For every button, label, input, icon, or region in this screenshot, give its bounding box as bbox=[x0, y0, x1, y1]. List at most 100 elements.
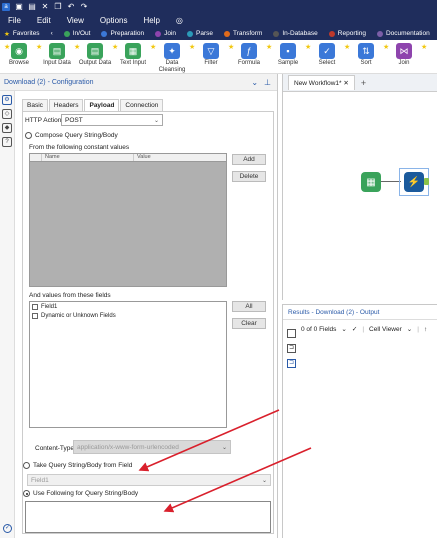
payload-panel: HTTP Action POST ⌄ Compose Query String/… bbox=[22, 111, 274, 534]
chevron-down-icon[interactable]: ⌄ bbox=[341, 325, 346, 333]
tab-documentation[interactable]: Documentation bbox=[376, 30, 430, 37]
connection-line bbox=[381, 181, 401, 182]
dynamic-fields-checkbox[interactable] bbox=[32, 312, 38, 319]
menu-view[interactable]: View bbox=[67, 16, 84, 25]
text-input-node[interactable]: ▦ bbox=[361, 172, 381, 192]
tab-reporting[interactable]: Reporting bbox=[328, 30, 366, 37]
take-from-field-radio[interactable] bbox=[23, 462, 30, 469]
menu-options[interactable]: Options bbox=[100, 16, 128, 25]
tab-favorites[interactable]: ★ Favorites bbox=[4, 30, 40, 38]
col-value: Value bbox=[137, 154, 151, 160]
use-following-option[interactable]: Use Following for Query String/Body bbox=[23, 490, 138, 497]
all-button[interactable]: All bbox=[232, 301, 266, 312]
chevron-down-icon: ⌄ bbox=[261, 477, 267, 484]
content-type-label: Content-Type bbox=[35, 445, 75, 452]
browse-icon: ◉ bbox=[11, 43, 27, 59]
query-body-textarea[interactable] bbox=[25, 501, 271, 533]
chevron-down-icon[interactable]: ⌄ bbox=[251, 78, 258, 87]
tool-sample[interactable]: ▪ Sample bbox=[271, 43, 305, 67]
workflow-canvas[interactable]: New Workflow1* ✕ + ▦ ⚡ bbox=[282, 74, 437, 300]
list-item[interactable]: Field1 bbox=[30, 302, 226, 311]
tab-connection[interactable]: Connection bbox=[120, 99, 164, 111]
arrow-up-icon[interactable]: ↑ bbox=[424, 326, 427, 333]
use-following-radio[interactable] bbox=[23, 490, 30, 497]
tool-text-input[interactable]: ▦ Text Input bbox=[116, 43, 150, 67]
check-icon[interactable]: ✓ bbox=[352, 325, 357, 333]
in-out-icon bbox=[63, 30, 70, 37]
compose-radio[interactable] bbox=[25, 132, 32, 139]
http-action-label: HTTP Action bbox=[25, 117, 62, 124]
settings-icon[interactable]: ⚙ bbox=[2, 95, 12, 105]
take-from-field-option[interactable]: Take Query String/Body from Field bbox=[23, 462, 132, 469]
tool-formula[interactable]: ƒ Formula bbox=[232, 43, 266, 67]
compose-option[interactable]: Compose Query String/Body bbox=[25, 132, 118, 139]
configuration-header: Download (2) - Configuration ⌄ ⊥ bbox=[0, 74, 277, 91]
chevron-down-icon[interactable]: ⌄ bbox=[407, 325, 412, 333]
pin-icon[interactable]: ⊥ bbox=[264, 78, 271, 87]
table-view-icon[interactable] bbox=[287, 329, 296, 338]
messages-icon[interactable]: ⊐ bbox=[287, 359, 296, 368]
tool-input-data[interactable]: ▤ Input Data bbox=[40, 43, 74, 67]
tool-ribbon: ★ ◉ Browse ★ ▤ Input Data ★ ▤ Output Data ★… bbox=[0, 40, 437, 74]
output-anchor[interactable] bbox=[424, 178, 429, 185]
menu-file[interactable]: File bbox=[8, 16, 21, 25]
metadata-icon[interactable]: ⊐ bbox=[287, 344, 296, 353]
tab-preparation[interactable]: Preparation bbox=[101, 30, 144, 37]
grid-header: Name Value bbox=[30, 154, 226, 162]
content-type-select[interactable]: application/x-www-form-urlencoded ⌄ bbox=[73, 440, 231, 454]
add-button[interactable]: Add bbox=[232, 154, 266, 165]
chevron-left-icon[interactable]: ‹ bbox=[51, 30, 53, 37]
tool-sort[interactable]: ⇅ Sort bbox=[349, 43, 383, 67]
tab-basic[interactable]: Basic bbox=[22, 99, 48, 111]
redo-icon[interactable]: ↷ bbox=[80, 2, 88, 11]
tool-output-data[interactable]: ▤ Output Data bbox=[78, 43, 112, 67]
download-node[interactable]: ⚡ bbox=[404, 172, 424, 192]
formula-icon: ƒ bbox=[241, 43, 257, 59]
tab-join[interactable]: Join bbox=[155, 30, 176, 37]
undo-icon[interactable]: ↶ bbox=[67, 2, 75, 11]
list-item[interactable]: Dynamic or Unknown Fields bbox=[30, 311, 226, 320]
query-field-select[interactable]: Field1 ⌄ bbox=[27, 474, 271, 486]
field-list[interactable]: Field1 Dynamic or Unknown Fields bbox=[29, 301, 227, 428]
tab-new-workflow[interactable]: New Workflow1* ✕ bbox=[288, 75, 355, 90]
delete-button[interactable]: Delete bbox=[232, 171, 266, 182]
close-icon[interactable]: ✕ bbox=[41, 2, 49, 11]
clear-button[interactable]: Clear bbox=[232, 318, 266, 329]
add-tab-button[interactable]: + bbox=[361, 78, 366, 88]
globe-icon[interactable]: ◎ bbox=[176, 16, 183, 25]
documentation-icon bbox=[376, 30, 383, 37]
field1-checkbox[interactable] bbox=[32, 303, 38, 310]
tab-parse[interactable]: Parse bbox=[187, 30, 213, 37]
tab-in-out[interactable]: In/Out bbox=[63, 30, 90, 37]
chevron-down-icon: ⌄ bbox=[153, 117, 159, 124]
tool-data-cleansing[interactable]: ✦ Data Cleansing bbox=[155, 43, 189, 74]
menu-help[interactable]: Help bbox=[143, 16, 159, 25]
cell-viewer-button[interactable]: Cell Viewer bbox=[369, 326, 402, 333]
tab-in-database[interactable]: In-Database bbox=[273, 30, 318, 37]
tool-join[interactable]: ⋈ Join bbox=[387, 43, 421, 67]
join-category-icon bbox=[155, 30, 162, 37]
tool-select[interactable]: ✓ Select bbox=[310, 43, 344, 67]
close-tab-icon[interactable]: ✕ bbox=[343, 80, 348, 87]
connection-icon[interactable]: ◇ bbox=[2, 109, 12, 119]
tab-payload[interactable]: Payload bbox=[84, 99, 120, 111]
save-icon[interactable]: ▣ bbox=[15, 2, 23, 11]
help-icon[interactable]: ? bbox=[2, 137, 12, 147]
tag-icon[interactable]: ◆ bbox=[2, 123, 12, 133]
fields-count[interactable]: 0 of 0 Fields bbox=[301, 326, 336, 333]
col-name: Name bbox=[42, 154, 134, 161]
check-circle-icon[interactable]: ✓ bbox=[3, 524, 12, 533]
title-bar: a ▣ ▤ ✕ ❐ ↶ ↷ bbox=[0, 0, 437, 13]
tab-headers[interactable]: Headers bbox=[48, 99, 84, 111]
tool-browse[interactable]: ◉ Browse bbox=[2, 43, 36, 67]
tab-transform[interactable]: Transform bbox=[223, 30, 262, 37]
save-as-icon[interactable]: ▤ bbox=[28, 2, 36, 11]
constant-values-grid[interactable]: Name Value bbox=[29, 153, 227, 287]
app-icon[interactable]: a bbox=[2, 2, 10, 11]
tool-filter[interactable]: ▽ Filter bbox=[194, 43, 228, 67]
menu-edit[interactable]: Edit bbox=[37, 16, 51, 25]
divider: | bbox=[362, 325, 365, 333]
copy-icon[interactable]: ❐ bbox=[54, 2, 62, 11]
text-input-icon: ▦ bbox=[125, 43, 141, 59]
http-action-select[interactable]: POST ⌄ bbox=[61, 114, 163, 126]
